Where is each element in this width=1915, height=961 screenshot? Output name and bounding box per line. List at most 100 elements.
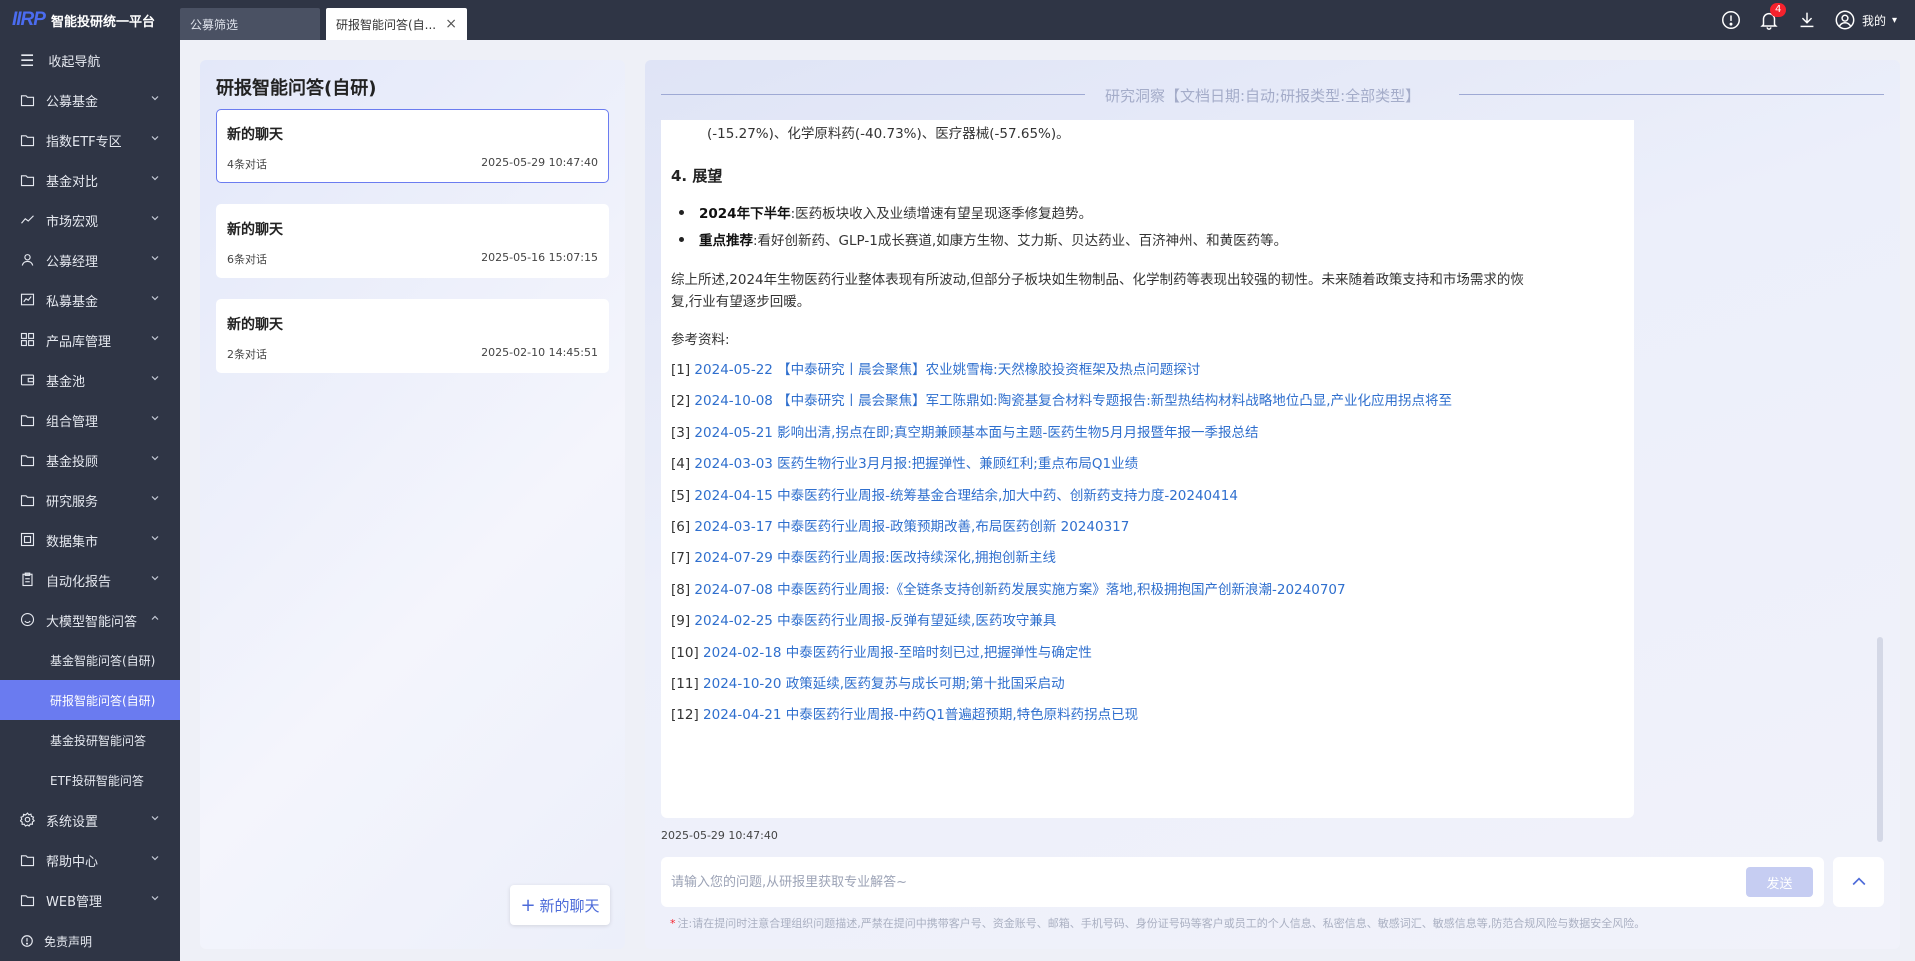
reference-link[interactable]: 2024-07-08 中泰医药行业周报:《全链条支持创新药发展实施方案》落地,积…: [694, 582, 1345, 598]
sidebar-subitem[interactable]: ETF投研智能问答: [0, 760, 180, 800]
sidebar-item-label: 产品库管理: [46, 334, 112, 350]
plus-icon: +: [520, 894, 536, 916]
sidebar-item[interactable]: 公募基金: [0, 80, 180, 120]
tab-research-qa[interactable]: 研报智能问答(自... ×: [326, 8, 467, 40]
logo[interactable]: IIRP 智能投研统一平台: [0, 9, 180, 31]
smile-icon: [20, 612, 36, 628]
notification-badge: 4: [1769, 3, 1787, 17]
chat-item[interactable]: 新的聊天 4条对话 2025-05-29 10:47:40: [216, 109, 609, 183]
header-divider-right: [1459, 94, 1884, 95]
sidebar-item[interactable]: 公募经理: [0, 240, 180, 280]
reference-link[interactable]: 2024-03-03 医药生物行业3月月报:把握弹性、兼顾红利;重点布局Q1业绩: [694, 456, 1138, 472]
app-title: 智能投研统一平台: [50, 14, 155, 30]
chevron-down-icon: [151, 176, 159, 181]
question-input[interactable]: [671, 869, 1671, 895]
reference-link[interactable]: 2024-04-21 中泰医药行业周报-中药Q1普遍超预期,特色原料药拐点已现: [703, 707, 1138, 723]
reference-link[interactable]: 2024-02-25 中泰医药行业周报-反弹有望延续,医药攻守兼具: [694, 613, 1056, 629]
sidebar-item[interactable]: 基金池: [0, 360, 180, 400]
clipboard-icon: [20, 572, 36, 588]
chevron-down-icon: [151, 336, 159, 341]
collapse-nav-button[interactable]: ☰ 收起导航: [0, 40, 180, 80]
sidebar-item[interactable]: 自动化报告: [0, 560, 180, 600]
sidebar-item-label: 私募基金: [46, 294, 99, 310]
reference-item: [10] 2024-02-18 中泰医药行业周报-至暗时刻已过,把握弹性与确定性: [671, 641, 1092, 661]
chevron-down-icon: [151, 416, 159, 421]
sidebar-subitem[interactable]: 研报智能问答(自研): [0, 680, 180, 720]
folder-icon: [20, 892, 36, 908]
sidebar-item[interactable]: 基金对比: [0, 160, 180, 200]
question-input-box: 发送: [661, 857, 1824, 907]
chevron-down-icon: [151, 216, 159, 221]
folder-icon: [20, 132, 36, 148]
chevron-up-icon: [1852, 877, 1865, 886]
reference-link[interactable]: 2024-05-22 【中泰研究丨晨会聚焦】农业姚雪梅:天然橡胶投资框架及热点问…: [694, 362, 1200, 378]
chart-icon: [20, 292, 36, 308]
disclaimer-link[interactable]: 免责声明: [0, 921, 180, 961]
new-chat-label: 新的聊天: [539, 896, 600, 915]
bullet-text: :看好创新药、GLP-1成长赛道,如康方生物、艾力斯、贝达药业、百济神州、和黄医…: [753, 233, 1288, 249]
sidebar-item[interactable]: 研究服务: [0, 480, 180, 520]
sidebar-item[interactable]: 帮助中心: [0, 840, 180, 880]
sidebar-item[interactable]: 系统设置: [0, 800, 180, 840]
download-icon[interactable]: [1796, 9, 1818, 31]
folder-icon: [20, 172, 36, 188]
chevron-up-icon: [151, 615, 159, 620]
sidebar-item[interactable]: 组合管理: [0, 400, 180, 440]
user-menu[interactable]: 我的 ▾: [1834, 9, 1897, 31]
chat-item[interactable]: 新的聊天 6条对话 2025-05-16 15:07:15: [216, 204, 609, 278]
tab-fund-screen[interactable]: 公募筛选: [180, 8, 320, 40]
sidebar-subitem[interactable]: 基金智能问答(自研): [0, 640, 180, 680]
chat-list-panel: 研报智能问答(自研) 新的聊天 4条对话 2025-05-29 10:47:40…: [200, 60, 625, 949]
chat-count: 4条对话: [227, 158, 267, 171]
sidebar-item-label: 指数ETF专区: [46, 134, 122, 150]
scroll-top-button[interactable]: [1833, 857, 1884, 907]
reference-link[interactable]: 2024-04-15 中泰医药行业周报-统筹基金合理结余,加大中药、创新药支持力…: [694, 488, 1238, 504]
new-chat-button[interactable]: + 新的聊天: [510, 885, 610, 925]
sidebar-item-label: 组合管理: [46, 414, 99, 430]
tab-label: 研报智能问答(自...: [336, 17, 437, 32]
scrollbar[interactable]: [1877, 637, 1883, 842]
alert-icon[interactable]: [1720, 9, 1742, 31]
sidebar-item[interactable]: 市场宏观: [0, 200, 180, 240]
sidebar-item[interactable]: WEB管理: [0, 880, 180, 920]
sidebar-item[interactable]: 产品库管理: [0, 320, 180, 360]
chat-count: 6条对话: [227, 253, 267, 266]
sidebar-item-label: 基金投顾: [46, 454, 99, 470]
grid-icon: [20, 332, 36, 348]
bell-icon[interactable]: 4: [1758, 3, 1787, 31]
folder-icon: [20, 412, 36, 428]
insight-header: 研究洞察【文档日期:自动;研报类型:全部类型】: [1105, 87, 1421, 105]
sidebar-item[interactable]: 私募基金: [0, 280, 180, 320]
sidebar-item[interactable]: 大模型智能问答: [0, 600, 180, 640]
reference-item: [7] 2024-07-29 中泰医药行业周报:医改持续深化,拥抱创新主线: [671, 546, 1056, 566]
send-button[interactable]: 发送: [1746, 867, 1813, 897]
reference-item: [6] 2024-03-17 中泰医药行业周报-政策预期改善,布局医药创新 20…: [671, 515, 1129, 535]
reference-link[interactable]: 2024-02-18 中泰医药行业周报-至暗时刻已过,把握弹性与确定性: [703, 645, 1092, 661]
chevron-down-icon: ▾: [1891, 14, 1897, 26]
sidebar-item[interactable]: 基金投顾: [0, 440, 180, 480]
reference-link[interactable]: 2024-10-20 政策延续,医药复苏与成长可期;第十批国采启动: [703, 676, 1065, 692]
reference-link[interactable]: 2024-10-08 【中泰研究丨晨会聚焦】军工陈鼎如:陶瓷基复合材料专题报告:…: [694, 393, 1452, 409]
references-label: 参考资料:: [671, 332, 730, 348]
chat-time: 2025-05-16 15:07:15: [481, 251, 598, 264]
message-timestamp: 2025-05-29 10:47:40: [661, 829, 778, 842]
close-icon[interactable]: ×: [445, 16, 457, 32]
chat-item[interactable]: 新的聊天 2条对话 2025-02-10 14:45:51: [216, 299, 609, 373]
reference-link[interactable]: 2024-03-17 中泰医药行业周报-政策预期改善,布局医药创新 202403…: [694, 519, 1129, 535]
reference-link[interactable]: 2024-05-21 影响出清,拐点在即;真空期兼顾基本面与主题-医药生物5月月…: [694, 425, 1258, 441]
reference-item: [8] 2024-07-08 中泰医药行业周报:《全链条支持创新药发展实施方案》…: [671, 578, 1346, 598]
reference-item: [5] 2024-04-15 中泰医药行业周报-统筹基金合理结余,加大中药、创新…: [671, 484, 1238, 504]
collapse-label: 收起导航: [48, 54, 101, 70]
sidebar-item[interactable]: 指数ETF专区: [0, 120, 180, 160]
reference-item: [3] 2024-05-21 影响出清,拐点在即;真空期兼顾基本面与主题-医药生…: [671, 421, 1258, 441]
sidebar: ☰ 收起导航 公募基金指数ETF专区基金对比 市场宏观 公募经理私募基金产品库管理基…: [0, 40, 180, 961]
chevron-down-icon: [151, 496, 159, 501]
trend-icon: [20, 212, 36, 228]
bullet-item: 重点推荐:看好创新药、GLP-1成长赛道,如康方生物、艾力斯、贝达药业、百济神州…: [699, 229, 1287, 249]
sidebar-subitem[interactable]: 基金投研智能问答: [0, 720, 180, 760]
reference-link[interactable]: 2024-07-29 中泰医药行业周报:医改持续深化,拥抱创新主线: [694, 550, 1056, 566]
sidebar-item-label: 大模型智能问答: [46, 614, 138, 630]
sidebar-item[interactable]: 数据集市: [0, 520, 180, 560]
compliance-notice: * 注:请在提问时注意合理组织问题描述,严禁在提问中携带客户号、资金账号、邮箱、手…: [670, 917, 1646, 930]
database-icon: [20, 532, 36, 548]
